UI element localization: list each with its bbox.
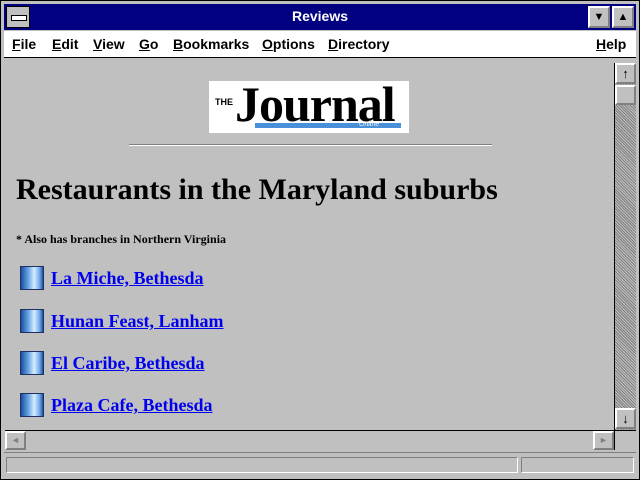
- page-content: THE Journal Online Restaurants in the Ma…: [5, 63, 614, 429]
- scroll-down-button[interactable]: ↓: [615, 408, 636, 429]
- maximize-icon: ▲: [617, 11, 629, 23]
- up-arrow-icon: ↑: [622, 66, 629, 81]
- list-item[interactable]: Plaza Cafe, Bethesda: [20, 391, 420, 419]
- list-item[interactable]: Hunan Feast, Lanham: [20, 307, 420, 335]
- horizontal-rule: [129, 144, 492, 146]
- logo-the-text: THE: [215, 97, 233, 107]
- menu-help[interactable]: Help: [596, 36, 626, 52]
- horizontal-scrollbar[interactable]: ◄ ►: [5, 430, 614, 450]
- menu-file[interactable]: File: [12, 36, 36, 52]
- scrollbar-corner: [614, 430, 636, 450]
- maximize-button[interactable]: ▲: [612, 6, 634, 28]
- restaurant-link[interactable]: El Caribe, Bethesda: [51, 353, 205, 374]
- scroll-left-button[interactable]: ◄: [5, 431, 26, 450]
- left-arrow-icon: ◄: [11, 435, 20, 445]
- menu-options[interactable]: Options: [262, 36, 315, 52]
- list-item[interactable]: La Miche, Bethesda: [20, 264, 420, 292]
- restaurant-link[interactable]: Hunan Feast, Lanham: [51, 311, 224, 332]
- menu-go[interactable]: Go: [139, 36, 158, 52]
- title-bar[interactable]: Reviews ▼ ▲: [4, 4, 636, 30]
- menu-bar: File Edit View Go Bookmarks Options Dire…: [4, 31, 636, 58]
- page-title: Restaurants in the Maryland suburbs: [16, 173, 498, 206]
- window-title: Reviews: [291, 8, 349, 24]
- logo-tagline-text: Online: [359, 121, 380, 128]
- restaurant-link[interactable]: La Miche, Bethesda: [51, 268, 204, 289]
- scroll-up-button[interactable]: ↑: [615, 63, 636, 84]
- book-icon[interactable]: [20, 266, 44, 290]
- restaurant-link[interactable]: Plaza Cafe, Bethesda: [51, 395, 212, 416]
- menu-edit[interactable]: Edit: [52, 36, 78, 52]
- book-icon[interactable]: [20, 351, 44, 375]
- status-message-field: [6, 457, 518, 473]
- scroll-right-button[interactable]: ►: [593, 431, 614, 450]
- status-progress-field: [521, 457, 634, 473]
- right-arrow-icon: ►: [599, 435, 608, 445]
- menu-view[interactable]: View: [93, 36, 125, 52]
- list-item[interactable]: El Caribe, Bethesda: [20, 349, 420, 377]
- journal-logo: THE Journal Online: [209, 76, 409, 133]
- menu-bookmarks[interactable]: Bookmarks: [173, 36, 249, 52]
- scroll-thumb[interactable]: [615, 85, 636, 105]
- vertical-scrollbar[interactable]: ↑ ↓: [614, 63, 636, 430]
- footnote-text: * Also has branches in Northern Virginia: [16, 232, 227, 246]
- minimize-button[interactable]: ▼: [588, 6, 610, 28]
- minimize-icon: ▼: [593, 11, 605, 23]
- status-bar: [4, 452, 636, 477]
- menu-directory[interactable]: Directory: [328, 36, 389, 52]
- book-icon[interactable]: [20, 393, 44, 417]
- book-icon[interactable]: [20, 309, 44, 333]
- down-arrow-icon: ↓: [622, 411, 629, 426]
